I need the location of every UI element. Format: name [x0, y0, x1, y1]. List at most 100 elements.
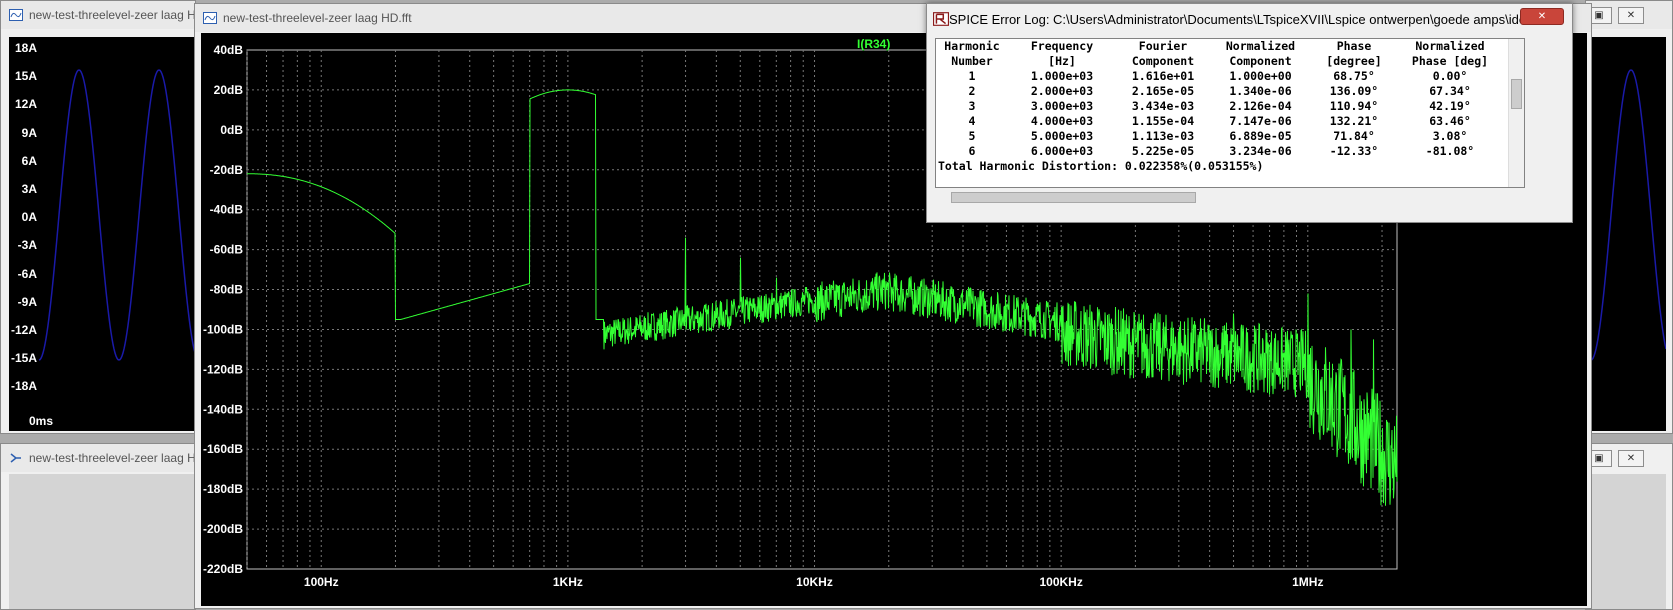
fft-y-tick-label: -80dB [210, 283, 244, 297]
log-cell: 5.000e+03 [1030, 129, 1094, 143]
fft-y-tick-label: -40dB [210, 203, 244, 217]
right-waveform-window[interactable]: ▣ ✕ [1585, 0, 1673, 434]
right-plot-area[interactable] [1586, 37, 1666, 431]
fft-trace-label: I(R34) [857, 37, 890, 51]
log-cell: 71.84° [1333, 129, 1375, 143]
fft-y-tick-label: -200dB [203, 522, 243, 536]
log-cell: Harmonic [944, 39, 1000, 53]
fft-y-tick-label: -220dB [203, 562, 243, 576]
left-waveform-plot [38, 69, 197, 361]
waveform-icon [203, 12, 217, 24]
log-cell: 1.000e+03 [1030, 69, 1094, 83]
vertical-scrollbar[interactable] [1508, 39, 1524, 187]
log-cell: 42.19° [1429, 99, 1471, 113]
fft-x-tick-label: 100Hz [304, 575, 339, 589]
horizontal-scroll-thumb[interactable] [951, 192, 1196, 203]
bottom-window-titlebar[interactable]: new-test-threelevel-zeer laag H [1, 444, 195, 472]
log-cell: Component [1131, 54, 1195, 68]
log-cell: 6.000e+03 [1030, 144, 1094, 158]
log-cell: 2.165e-05 [1131, 84, 1195, 98]
log-cell: Normalized [1225, 39, 1296, 53]
harmonics-header-row: Number [Hz] Component Component [degree] Phas… [938, 54, 1524, 69]
fft-y-tick-label: -20dB [210, 163, 244, 177]
log-cell: Component [1229, 54, 1292, 68]
log-cell: 67.34° [1429, 84, 1471, 98]
log-cell: 3.000e+03 [1030, 99, 1094, 113]
fft-y-tick-label: 0dB [220, 123, 243, 137]
log-cell: 136.09° [1329, 84, 1379, 98]
log-cell: 63.46° [1429, 114, 1471, 128]
fft-x-axis-labels: 100Hz 1KHz 10KHz 100KHz 1MHz [304, 575, 1324, 589]
log-cell: 1.340e-06 [1229, 84, 1292, 98]
bottom-window-content [9, 474, 195, 609]
log-cell: 3.08° [1432, 129, 1468, 143]
right-bottom-content [1586, 474, 1666, 609]
log-cell: 1.113e-03 [1131, 129, 1195, 143]
right-window-controls: ▣ ✕ [1586, 7, 1644, 24]
fft-y-tick-label: -140dB [203, 402, 243, 416]
right-bottom-window[interactable]: ▣ ✕ [1585, 443, 1673, 610]
log-cell: 3.434e-03 [1131, 99, 1195, 113]
log-cell: 2 [968, 84, 976, 98]
log-cell: 5.225e-05 [1131, 144, 1195, 158]
log-cell: Normalized [1415, 39, 1485, 53]
right-waveform-trace [1586, 69, 1666, 361]
log-cell: Phase [deg] [1411, 54, 1489, 68]
log-cell: 1.155e-04 [1131, 114, 1195, 128]
vertical-scroll-thumb[interactable] [1511, 79, 1522, 109]
left-window-titlebar[interactable]: new-test-threelevel-zeer laag H [1, 1, 195, 29]
log-cell: 4 [968, 114, 976, 128]
log-cell: -81.08° [1425, 144, 1475, 158]
left-plot-area[interactable]: 18A 15A 12A 9A 6A 3A 0A -3A -6A -9A -12A -15A -18A 0… [9, 37, 197, 431]
thd-line: Total Harmonic Distortion: 0.022358%(0.0… [938, 159, 1264, 173]
harmonics-data-row: 1 1.000e+03 1.616e+01 1.000e+00 68.75° 0.00° [938, 69, 1524, 84]
log-cell: Frequency [1030, 39, 1094, 53]
fft-y-tick-label: 20dB [214, 83, 244, 97]
log-cell: Phase [1336, 39, 1372, 53]
log-cell: 4.000e+03 [1030, 114, 1094, 128]
error-log-window[interactable]: SPICE Error Log: C:\Users\Administrator\… [926, 3, 1573, 223]
schematic-icon [10, 453, 21, 463]
close-button-2[interactable]: ✕ [1618, 450, 1644, 467]
fft-y-tick-label: -160dB [203, 442, 243, 456]
left-waveform-window[interactable]: new-test-threelevel-zeer laag H 18A 15A 12… [0, 0, 197, 434]
log-cell: 1.000e+00 [1229, 69, 1292, 83]
error-log-content[interactable]: Harmonic Frequency Fourier Normalized Phase N… [935, 38, 1525, 188]
harmonics-data-row: 6 6.000e+03 5.225e-05 3.234e-06 -12.33° -81.0… [938, 144, 1524, 159]
bottom-schematic-window[interactable]: new-test-threelevel-zeer laag H [0, 443, 196, 610]
harmonics-data-row: 5 5.000e+03 1.113e-03 6.889e-05 71.84° 3.08° [938, 129, 1524, 144]
harmonics-table: Harmonic Frequency Fourier Normalized Phase N… [936, 39, 1524, 159]
error-log-titlebar[interactable]: SPICE Error Log: C:\Users\Administrator\… [927, 4, 1572, 34]
left-waveform-trace [38, 69, 197, 361]
log-cell: 2.126e-04 [1229, 99, 1292, 113]
right-waveform-plot [1586, 69, 1666, 361]
horizontal-scrollbar[interactable] [935, 190, 1525, 204]
harmonics-data-row: 2 2.000e+03 2.165e-05 1.340e-06 136.09° 67.34… [938, 84, 1524, 99]
log-cell: Number [951, 54, 993, 68]
fft-x-tick-label: 10KHz [796, 575, 833, 589]
fft-y-tick-label: -100dB [203, 322, 243, 336]
log-cell: 68.75° [1333, 69, 1375, 83]
log-cell: 110.94° [1329, 99, 1379, 113]
left-window-title: new-test-threelevel-zeer laag H [29, 8, 195, 22]
log-cell: 2.000e+03 [1030, 84, 1094, 98]
fft-x-tick-label: 1MHz [1292, 575, 1323, 589]
fft-y-tick-label: -180dB [203, 482, 243, 496]
log-cell: 6 [968, 144, 976, 158]
fft-x-tick-label: 100KHz [1039, 575, 1082, 589]
fft-window-title: new-test-threelevel-zeer laag HD.fft [223, 11, 412, 25]
bottom-window-title: new-test-threelevel-zeer laag H [29, 451, 195, 465]
log-cell: 0.00° [1432, 69, 1468, 83]
log-cell: 1 [968, 69, 976, 83]
log-cell: 1.616e+01 [1131, 69, 1195, 83]
harmonics-data-row: 4 4.000e+03 1.155e-04 7.147e-06 132.21° 63.46… [938, 114, 1524, 129]
log-cell: [Hz] [1048, 54, 1076, 68]
log-cell: 5 [968, 129, 976, 143]
log-cell: [degree] [1326, 54, 1382, 68]
close-button[interactable]: ✕ [1618, 7, 1644, 24]
fft-y-tick-label: 40dB [214, 43, 244, 57]
harmonics-header-row: Harmonic Frequency Fourier Normalized Phase N… [938, 39, 1524, 54]
log-cell: 3.234e-06 [1229, 144, 1292, 158]
error-log-icon [933, 12, 949, 26]
error-log-close-button[interactable]: ✕ [1520, 8, 1564, 25]
